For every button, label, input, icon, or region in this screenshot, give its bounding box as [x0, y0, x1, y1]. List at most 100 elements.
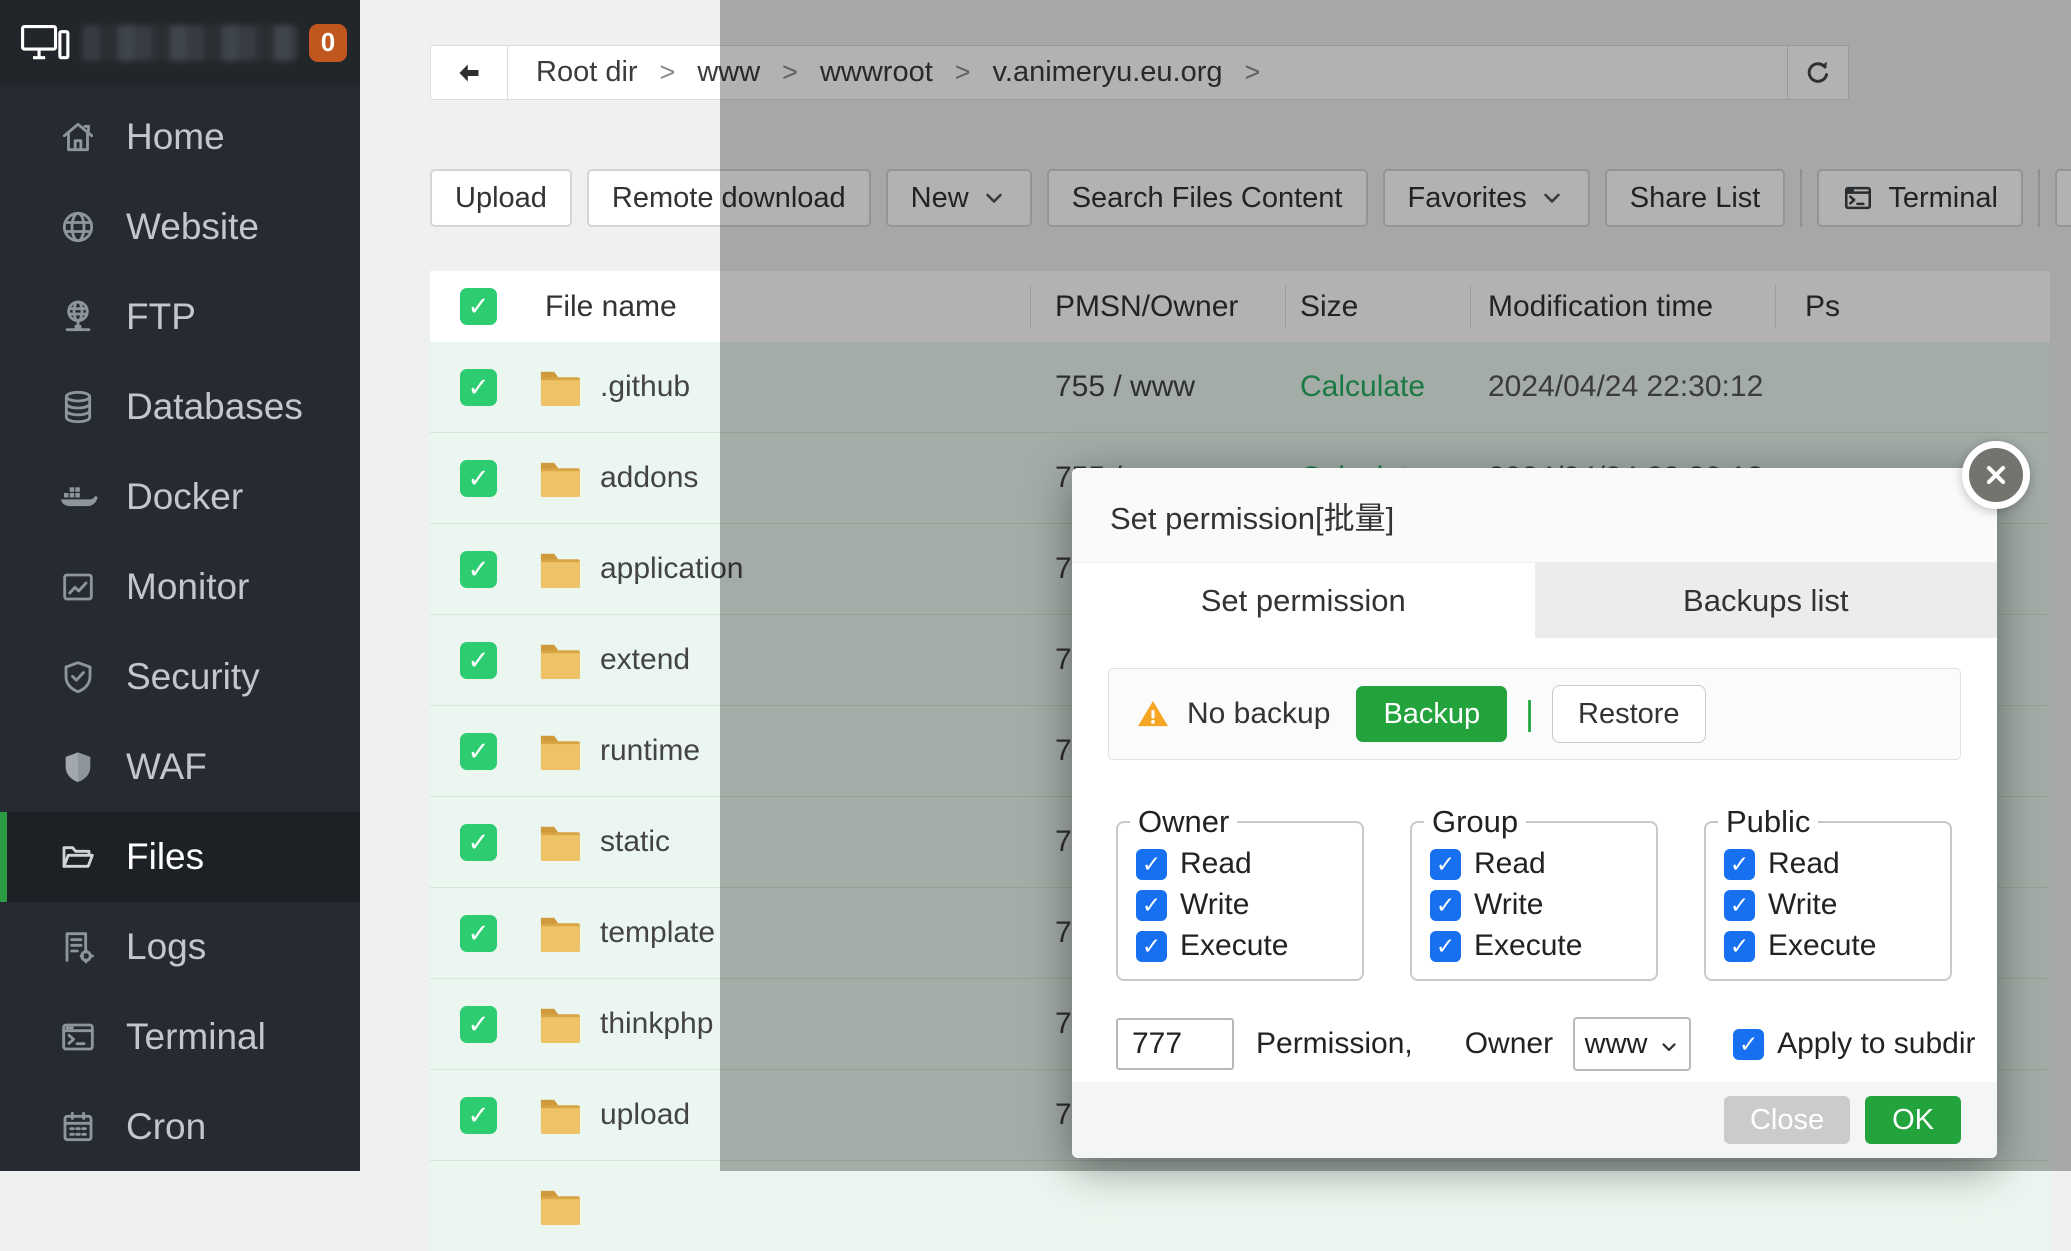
public-legend: Public	[1718, 804, 1818, 840]
checkbox-label: Execute	[1768, 929, 1876, 963]
dialog-close-icon[interactable]	[1962, 441, 2030, 509]
warning-triangle-icon	[1135, 697, 1171, 731]
row-checkbox[interactable]	[460, 1006, 497, 1043]
sidebar-item-icon	[58, 207, 98, 247]
checkbox-label: Execute	[1474, 929, 1582, 963]
sidebar-item-icon	[58, 1017, 98, 1057]
checkbox-label: Write	[1768, 888, 1837, 922]
computer-logo-icon	[20, 21, 72, 65]
permission-label: Permission,	[1256, 1027, 1413, 1061]
sidebar-item-icon	[58, 117, 98, 157]
file-name-link[interactable]: template	[600, 916, 715, 950]
file-name-link[interactable]: .github	[600, 370, 690, 404]
dialog-body: No backup Backup | Restore Owner Read Wr…	[1072, 668, 1997, 1071]
public-execute-checkbox[interactable]	[1724, 931, 1755, 962]
sidebar-item-icon	[58, 1107, 98, 1147]
sidebar-item-label: Home	[126, 116, 225, 158]
sidebar-item-label: Logs	[126, 926, 206, 968]
group-execute-checkbox[interactable]	[1430, 931, 1461, 962]
sidebar-item-icon	[58, 747, 98, 787]
breadcrumb-separator: >	[660, 57, 676, 88]
sidebar-item-icon	[58, 477, 98, 517]
dialog-title: Set permission[批量]	[1110, 493, 1394, 538]
sidebar-item-label: Terminal	[126, 1016, 266, 1058]
toolbar-button[interactable]: Upload	[430, 169, 572, 227]
file-name-link[interactable]: thinkphp	[600, 1007, 713, 1041]
public-write-checkbox[interactable]	[1724, 890, 1755, 921]
file-name-link[interactable]: static	[600, 825, 670, 859]
group-write-checkbox[interactable]	[1430, 890, 1461, 921]
sidebar-item-website[interactable]: Website	[0, 182, 360, 272]
sidebar-item-label: Monitor	[126, 566, 249, 608]
owner-select[interactable]: www	[1573, 1017, 1691, 1071]
breadcrumb-item[interactable]: Root dir	[536, 56, 638, 89]
row-checkbox[interactable]	[460, 551, 497, 588]
sidebar-item-databases[interactable]: Databases	[0, 362, 360, 452]
dialog-footer: Close OK	[1072, 1082, 1997, 1158]
dialog-tabs: Set permission Backups list	[1072, 563, 1997, 638]
owner-read-checkbox[interactable]	[1136, 849, 1167, 880]
restore-button[interactable]: Restore	[1552, 685, 1706, 743]
group-legend: Group	[1424, 804, 1526, 840]
row-checkbox[interactable]	[460, 369, 497, 406]
folder-icon	[536, 458, 583, 499]
back-button[interactable]	[431, 46, 508, 99]
tab-backups-list[interactable]: Backups list	[1535, 563, 1998, 638]
apply-to-subdir-checkbox[interactable]	[1733, 1029, 1764, 1060]
logo-bar: 0	[0, 0, 360, 85]
folder-icon	[536, 1095, 583, 1136]
checkbox-label: Execute	[1180, 929, 1288, 963]
checkbox-label: Read	[1180, 847, 1252, 881]
permission-controls: Permission, Owner www Apply to subdir	[1116, 1017, 1997, 1071]
sidebar-item-ftp[interactable]: FTP	[0, 272, 360, 362]
folder-icon	[536, 822, 583, 863]
sidebar-item-docker[interactable]: Docker	[0, 452, 360, 542]
close-button[interactable]: Close	[1724, 1096, 1850, 1144]
checkbox-label: Write	[1474, 888, 1543, 922]
column-header-file-name[interactable]: File name	[545, 271, 677, 342]
tab-set-permission[interactable]: Set permission	[1072, 563, 1535, 638]
sidebar-item-label: FTP	[126, 296, 196, 338]
sidebar-item-logs[interactable]: Logs	[0, 902, 360, 992]
owner-execute-checkbox[interactable]	[1136, 931, 1167, 962]
ok-button[interactable]: OK	[1865, 1096, 1961, 1144]
row-checkbox[interactable]	[460, 733, 497, 770]
sidebar-item-label: Databases	[126, 386, 303, 428]
table-row-partial	[430, 1161, 2050, 1251]
file-name-link[interactable]: runtime	[600, 734, 700, 768]
row-checkbox[interactable]	[460, 915, 497, 952]
sidebar-nav: Home Website FTP Databases Docker	[0, 92, 360, 1172]
select-all-checkbox[interactable]	[460, 288, 497, 325]
sidebar-item-label: Security	[126, 656, 260, 698]
permission-groups: Owner Read Write Execute Group Read Writ…	[1116, 804, 1997, 981]
file-name-link[interactable]: upload	[600, 1098, 690, 1132]
sidebar-item-cron[interactable]: Cron	[0, 1082, 360, 1172]
sidebar-item-icon	[58, 297, 98, 337]
owner-label: Owner	[1465, 1027, 1553, 1061]
row-checkbox[interactable]	[460, 460, 497, 497]
row-checkbox[interactable]	[460, 642, 497, 679]
folder-icon	[536, 1186, 583, 1227]
sidebar-item-terminal[interactable]: Terminal	[0, 992, 360, 1082]
row-checkbox[interactable]	[460, 824, 497, 861]
public-read-checkbox[interactable]	[1724, 849, 1755, 880]
toolbar-button-label: Upload	[455, 182, 547, 215]
backup-button[interactable]: Backup	[1356, 686, 1507, 742]
group-read-checkbox[interactable]	[1430, 849, 1461, 880]
notification-badge[interactable]: 0	[309, 24, 347, 62]
folder-icon	[536, 640, 583, 681]
sidebar-item-label: Files	[126, 836, 204, 878]
sidebar-item-security[interactable]: Security	[0, 632, 360, 722]
folder-icon	[536, 913, 583, 954]
sidebar-item-home[interactable]: Home	[0, 92, 360, 182]
group-permission-group: Group Read Write Execute	[1410, 804, 1658, 981]
sidebar-item-files[interactable]: Files	[0, 812, 360, 902]
file-name-link[interactable]: extend	[600, 643, 690, 677]
row-checkbox[interactable]	[460, 1097, 497, 1134]
sidebar: 0 Home Website FTP Databases	[0, 0, 360, 1171]
sidebar-item-monitor[interactable]: Monitor	[0, 542, 360, 632]
permission-value-input[interactable]	[1116, 1018, 1234, 1070]
sidebar-item-waf[interactable]: WAF	[0, 722, 360, 812]
owner-write-checkbox[interactable]	[1136, 890, 1167, 921]
file-name-link[interactable]: addons	[600, 461, 698, 495]
